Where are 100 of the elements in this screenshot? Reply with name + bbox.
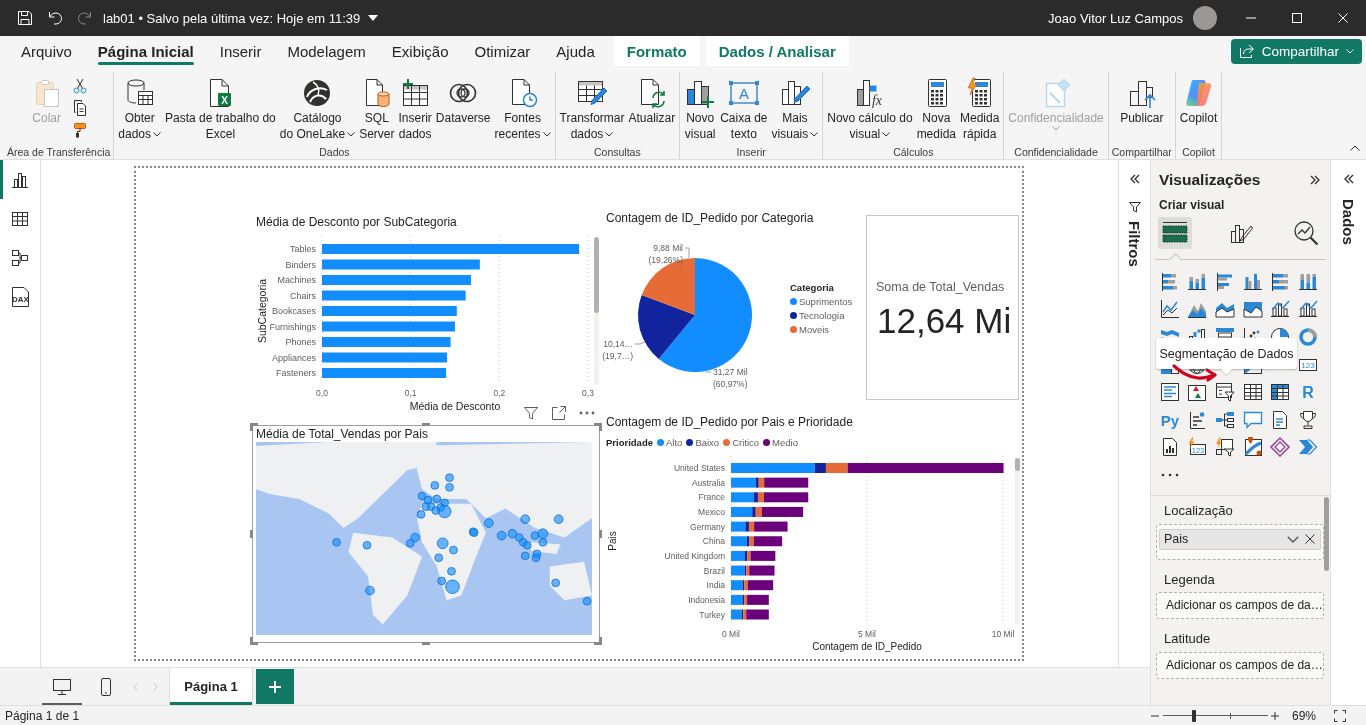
filter-icon[interactable]: [1128, 201, 1141, 213]
ribbon-button[interactable]: Obter dados: [117, 72, 162, 142]
kpi-icon[interactable]: [1187, 382, 1208, 403]
chevron-down-icon[interactable]: [1287, 535, 1299, 543]
add-page-button[interactable]: [256, 669, 294, 704]
column-chart-icon[interactable]: [1242, 271, 1263, 292]
table-icon[interactable]: [1242, 382, 1263, 403]
bar-segment[interactable]: [748, 521, 755, 532]
bar-segment[interactable]: [761, 506, 804, 517]
focus-mode-icon[interactable]: [551, 405, 567, 421]
bar-segment[interactable]: [742, 594, 745, 605]
copy-icon[interactable]: [71, 100, 88, 116]
bar-segment[interactable]: [755, 506, 762, 517]
fit-page-icon[interactable]: [1334, 709, 1346, 722]
ribbon-tab[interactable]: Ajuda: [543, 36, 608, 66]
bar-segment[interactable]: [744, 594, 748, 605]
expand-icon[interactable]: [1309, 174, 1321, 186]
drop-zone[interactable]: Pais: [1156, 523, 1324, 560]
slicer-lightning-icon[interactable]: [1215, 437, 1235, 458]
ribbon-button[interactable]: Medida rápida: [959, 72, 1001, 142]
resize-handle[interactable]: [594, 423, 602, 431]
bar-segment[interactable]: [746, 536, 750, 547]
bar-segment[interactable]: [752, 506, 756, 517]
ribbon-button[interactable]: Publicar: [1119, 72, 1165, 126]
more-icon[interactable]: [579, 411, 595, 415]
ribbon-tab[interactable]: Formato: [613, 36, 700, 66]
stacked-bar-chart-icon[interactable]: [1270, 271, 1291, 292]
maximize-icon[interactable]: [1292, 13, 1302, 23]
bar-segment[interactable]: [731, 506, 753, 517]
view-tab[interactable]: DAX: [0, 277, 40, 316]
bar-segment[interactable]: [744, 565, 747, 576]
plus-icon[interactable]: [1269, 710, 1280, 721]
bar-segment[interactable]: [750, 550, 776, 561]
ribbon-button[interactable]: Mais visuais: [770, 72, 820, 142]
bar-segment[interactable]: [742, 580, 745, 591]
map-pin-icon[interactable]: [1242, 437, 1263, 458]
decomposition-tree-icon[interactable]: [1215, 409, 1235, 430]
speech-bubble-icon[interactable]: [1242, 409, 1263, 430]
avatar[interactable]: [1193, 6, 1217, 30]
ribbon-button[interactable]: Transformar dados: [558, 72, 626, 142]
collapse-icon[interactable]: [1128, 173, 1141, 185]
chevron-up-icon[interactable]: [1350, 145, 1360, 151]
caret-down-icon[interactable]: [368, 15, 379, 21]
stacked-column-chart-icon[interactable]: [1297, 271, 1318, 292]
pie-slice[interactable]: [638, 294, 695, 359]
ribbon-button[interactable]: Dataverse: [434, 72, 492, 126]
ribbon-button[interactable]: X Pasta de trabalho do Excel: [164, 72, 277, 142]
pane-title[interactable]: Filtros: [1126, 221, 1143, 267]
bar-chart-icon[interactable]: [1215, 271, 1235, 292]
scrollbar[interactable]: [1324, 496, 1329, 571]
drop-zone[interactable]: Adicionar os campos de da…: [1156, 591, 1324, 619]
resize-handle[interactable]: [250, 637, 258, 645]
list-card-icon[interactable]: [1159, 382, 1180, 403]
scrollbar[interactable]: [1015, 458, 1020, 625]
bar-segment[interactable]: [744, 550, 748, 561]
influencers-chart-icon[interactable]: [1187, 409, 1208, 430]
ribbon-tab[interactable]: Otimizar: [461, 36, 544, 66]
ribbon-button[interactable]: A Caixa de texto: [719, 72, 769, 142]
ribbon-button[interactable]: Nova medida: [915, 72, 957, 142]
resize-handle[interactable]: [250, 423, 258, 431]
filter-icon[interactable]: [523, 405, 539, 421]
user-name[interactable]: Joao Vitor Luz Campos: [1048, 10, 1183, 26]
resize-handle[interactable]: [599, 530, 602, 538]
ribbon-tab[interactable]: Arquivo: [8, 36, 85, 66]
stacked-bar-chart-icon[interactable]: [1159, 271, 1180, 292]
ribbon-button[interactable]: Inserir dados: [397, 72, 433, 142]
combo-chart-icon[interactable]: [1297, 299, 1318, 320]
trophy-icon[interactable]: [1297, 409, 1318, 430]
donut-chart-icon[interactable]: [1297, 327, 1318, 347]
ribbon-tab[interactable]: Inserir: [206, 36, 275, 66]
scrollbar[interactable]: [594, 237, 599, 385]
document-title[interactable]: lab01 • Salvo pela última vez: Hoje em 11:39: [103, 10, 361, 26]
stacked-column-chart-icon[interactable]: [1187, 271, 1208, 292]
resize-handle[interactable]: [422, 423, 430, 426]
close-icon[interactable]: [1305, 534, 1315, 545]
bar-segment[interactable]: [757, 492, 764, 503]
undo-icon[interactable]: [47, 10, 63, 26]
bar-segment[interactable]: [754, 521, 788, 532]
minus-icon[interactable]: [1149, 714, 1160, 717]
ribbon-button[interactable]: Copilot: [1178, 72, 1219, 126]
slider-thumb[interactable]: [1192, 709, 1197, 722]
redo-icon[interactable]: [77, 10, 93, 26]
ribbon-button[interactable]: SQL Server: [358, 72, 396, 142]
diamond-icon[interactable]: [1270, 437, 1291, 458]
bar-segment[interactable]: [745, 521, 749, 532]
paintbrush-icon[interactable]: [71, 122, 88, 138]
chevrons-icon[interactable]: [1297, 437, 1318, 458]
bar-segment[interactable]: [758, 477, 765, 488]
ribbon-button[interactable]: Fontes recentes: [493, 72, 552, 142]
save-icon[interactable]: [17, 10, 33, 26]
matrix-icon[interactable]: [1270, 382, 1291, 403]
ribbon-tab[interactable]: Exibição: [378, 36, 462, 66]
collapse-icon[interactable]: [1342, 173, 1355, 185]
share-button[interactable]: Compartilhar: [1230, 38, 1362, 64]
scissors-icon[interactable]: [71, 78, 88, 94]
resize-handle[interactable]: [594, 637, 602, 645]
ribbon-button[interactable]: Atualizar: [627, 72, 677, 126]
pane-title[interactable]: Dados: [1340, 199, 1357, 245]
page-tab[interactable]: Página 1: [169, 668, 253, 705]
mode-tab[interactable]: [1158, 217, 1192, 249]
